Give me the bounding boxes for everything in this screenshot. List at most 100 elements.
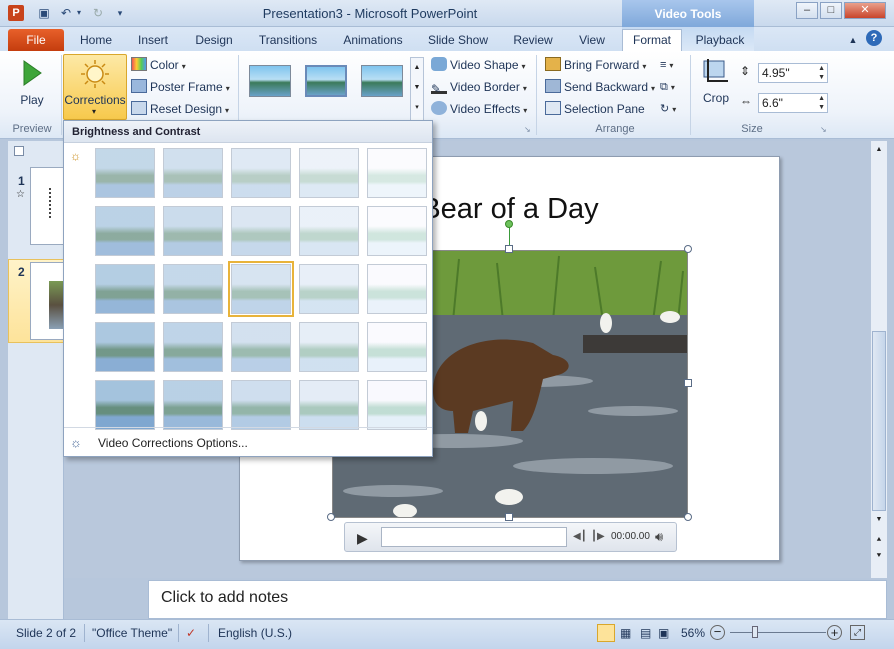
correction-preset-thumbnail[interactable] <box>228 261 294 317</box>
resize-handle-s[interactable] <box>505 513 513 521</box>
dialog-launcher-icon[interactable]: ↘ <box>820 125 827 134</box>
correction-preset-thumbnail[interactable] <box>367 148 427 198</box>
close-button[interactable]: ✕ <box>844 2 886 19</box>
step-forward-icon[interactable]: ┃▶ <box>591 531 605 542</box>
normal-view-icon[interactable] <box>597 624 615 642</box>
align-button[interactable]: ≡ ▾ <box>660 56 673 75</box>
language[interactable]: English (U.S.) <box>218 625 292 641</box>
tab-view[interactable]: View <box>570 31 614 51</box>
video-style-thumbnail[interactable] <box>249 65 291 97</box>
correction-preset-thumbnail[interactable] <box>95 264 155 314</box>
notes-pane[interactable]: Click to add notes <box>148 580 887 619</box>
vertical-scrollbar[interactable]: ▲ ▼ ⯅ ⯆ <box>870 141 887 578</box>
next-slide-icon[interactable]: ⯆ <box>872 549 886 563</box>
maximize-button[interactable]: □ <box>820 2 842 19</box>
zoom-out-icon[interactable]: − <box>710 625 725 640</box>
tab-design[interactable]: Design <box>188 31 240 51</box>
reset-design-button[interactable]: Reset Design ▾ <box>131 100 229 120</box>
scroll-up-icon[interactable]: ▲ <box>872 143 886 157</box>
video-timeline[interactable] <box>381 527 567 547</box>
previous-slide-icon[interactable]: ⯅ <box>872 533 886 547</box>
height-input[interactable]: 4.95" ▲ ▼ <box>758 63 828 83</box>
reading-view-icon[interactable]: ▤ <box>640 625 651 641</box>
correction-preset-thumbnail[interactable] <box>299 148 359 198</box>
correction-preset-thumbnail[interactable] <box>299 264 359 314</box>
step-back-icon[interactable]: ◀┃ <box>573 531 587 542</box>
corrections-button[interactable]: Corrections ▾ <box>63 54 127 120</box>
correction-preset-thumbnail[interactable] <box>95 206 155 256</box>
theme-name[interactable]: "Office Theme" <box>92 625 172 641</box>
correction-preset-thumbnail[interactable] <box>299 322 359 372</box>
video-shape-button[interactable]: Video Shape ▾ <box>431 56 526 76</box>
send-backward-button[interactable]: Send Backward ▾ <box>545 78 655 98</box>
dialog-launcher-icon[interactable]: ↘ <box>524 125 531 134</box>
correction-preset-thumbnail[interactable] <box>231 206 291 256</box>
play-button[interactable]: Play <box>14 57 50 115</box>
minimize-ribbon-icon[interactable]: ▲ <box>846 31 860 51</box>
fit-to-window-icon[interactable]: ⤢ <box>850 625 865 640</box>
spin-arrows-icon[interactable]: ▲ ▼ <box>818 64 825 82</box>
tab-home[interactable]: Home <box>72 31 120 51</box>
resize-handle-e[interactable] <box>684 379 692 387</box>
color-button[interactable]: Color ▾ <box>131 56 186 76</box>
correction-preset-thumbnail[interactable] <box>95 322 155 372</box>
spin-arrows-icon[interactable]: ▲ ▼ <box>818 94 825 112</box>
volume-icon[interactable]: 🔊︎ <box>655 529 663 545</box>
video-style-thumbnail[interactable] <box>361 65 403 97</box>
rotation-handle[interactable] <box>505 220 513 228</box>
selection-pane-button[interactable]: Selection Pane <box>545 100 645 118</box>
tab-slide-show[interactable]: Slide Show <box>420 31 496 51</box>
scroll-thumb[interactable] <box>872 331 886 511</box>
correction-preset-thumbnail[interactable] <box>95 148 155 198</box>
tab-transitions[interactable]: Transitions <box>250 31 326 51</box>
width-input[interactable]: 6.6" ▲ ▼ <box>758 93 828 113</box>
tab-playback[interactable]: Playback <box>688 31 752 51</box>
correction-preset-thumbnail[interactable] <box>163 148 223 198</box>
correction-preset-thumbnail[interactable] <box>95 380 155 430</box>
tab-file[interactable]: File <box>8 29 64 51</box>
video-border-button[interactable]: ✎ Video Border ▾ <box>431 78 527 98</box>
crop-button[interactable]: Crop <box>700 57 732 107</box>
video-play-icon[interactable]: ▶ <box>357 530 368 547</box>
correction-preset-thumbnail[interactable] <box>299 380 359 430</box>
resize-handle-n[interactable] <box>505 245 513 253</box>
help-icon[interactable]: ? <box>866 30 882 46</box>
correction-preset-thumbnail[interactable] <box>231 148 291 198</box>
spell-check-icon[interactable]: ✓ <box>186 625 196 641</box>
zoom-level[interactable]: 56% <box>681 625 705 641</box>
scroll-down-icon[interactable]: ▼ <box>872 513 886 527</box>
bring-forward-button[interactable]: Bring Forward ▾ <box>545 56 646 76</box>
tab-insert[interactable]: Insert <box>128 31 178 51</box>
correction-preset-thumbnail[interactable] <box>231 380 291 430</box>
video-corrections-options-link[interactable]: Video Corrections Options... <box>98 436 248 450</box>
resize-handle-ne[interactable] <box>684 245 692 253</box>
video-style-thumbnail[interactable] <box>305 65 347 97</box>
minimize-button[interactable]: – <box>796 2 818 19</box>
correction-preset-thumbnail[interactable] <box>163 322 223 372</box>
poster-frame-button[interactable]: Poster Frame ▾ <box>131 78 230 98</box>
group-button[interactable]: ⧉ ▾ <box>660 78 675 97</box>
video-effects-button[interactable]: Video Effects ▾ <box>431 100 527 120</box>
correction-preset-thumbnail[interactable] <box>367 322 427 372</box>
correction-preset-thumbnail[interactable] <box>163 380 223 430</box>
correction-preset-thumbnail[interactable] <box>367 206 427 256</box>
correction-preset-thumbnail[interactable] <box>367 380 427 430</box>
correction-preset-thumbnail[interactable] <box>163 206 223 256</box>
zoom-slider-thumb[interactable] <box>751 626 758 638</box>
tab-animations[interactable]: Animations <box>336 31 410 51</box>
resize-handle-se[interactable] <box>684 513 692 521</box>
tab-format[interactable]: Format <box>622 29 682 52</box>
slide-sorter-icon[interactable]: ▦ <box>620 625 631 641</box>
correction-preset-thumbnail[interactable] <box>163 264 223 314</box>
styles-gallery-scroll[interactable]: ▲ ▼ ▾ <box>410 57 424 121</box>
zoom-in-icon[interactable]: + <box>827 625 842 640</box>
slide-show-view-icon[interactable]: ▣ <box>658 625 669 641</box>
resize-handle-sw[interactable] <box>327 513 335 521</box>
gallery-footer[interactable]: ☼ Video Corrections Options... <box>64 427 432 457</box>
correction-preset-thumbnail[interactable] <box>367 264 427 314</box>
correction-preset-thumbnail[interactable] <box>231 322 291 372</box>
zoom-slider-track[interactable] <box>730 632 826 633</box>
correction-preset-thumbnail[interactable] <box>299 206 359 256</box>
panel-toggle-icon[interactable] <box>14 146 24 156</box>
rotate-button[interactable]: ↻ ▾ <box>660 100 676 119</box>
